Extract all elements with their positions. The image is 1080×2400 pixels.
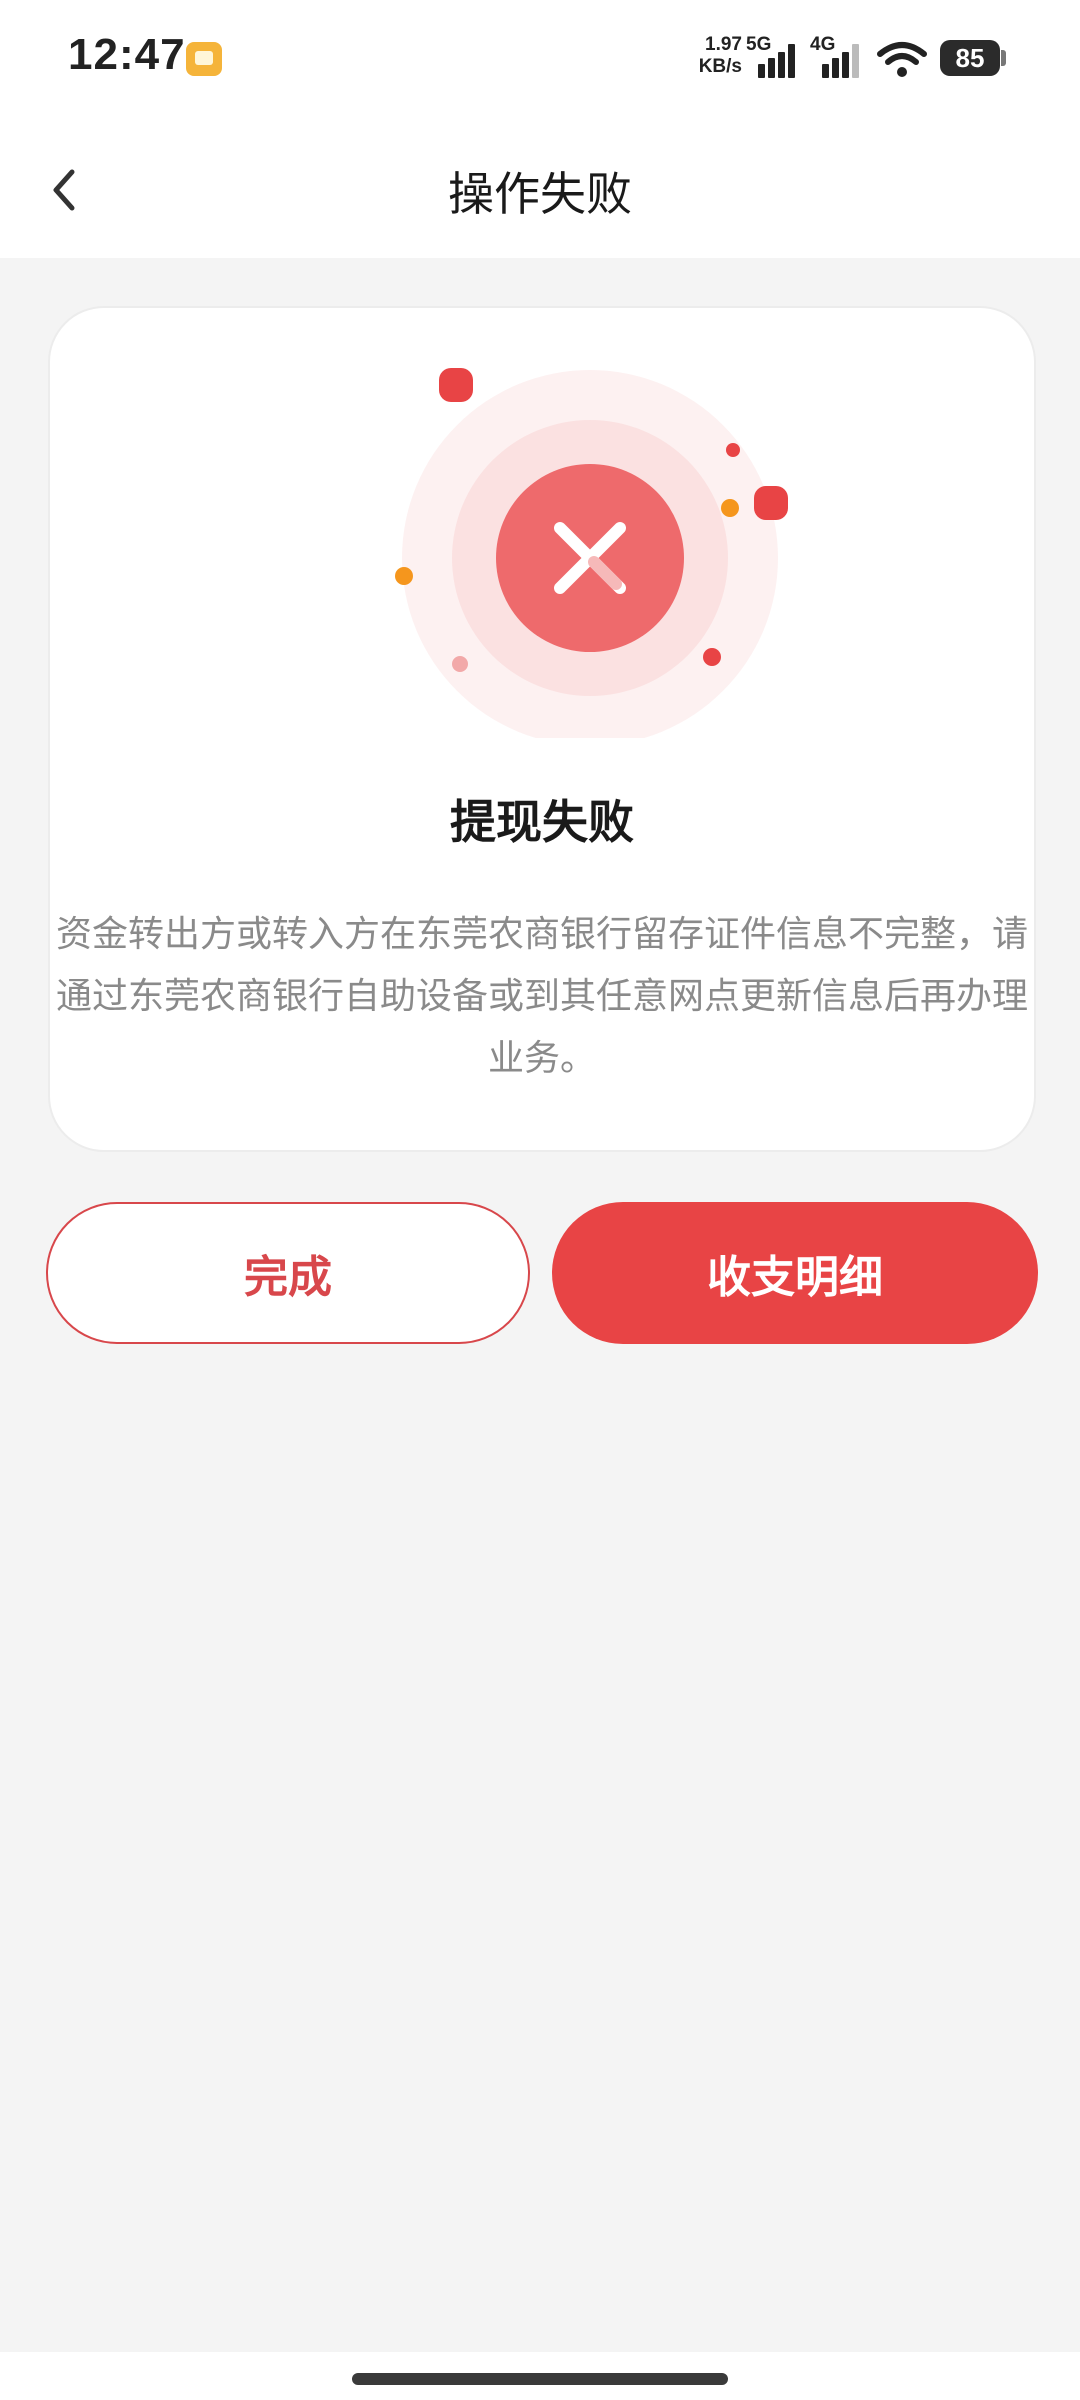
decor-dot-orange-left	[395, 567, 413, 585]
home-indicator[interactable]	[352, 2373, 728, 2385]
done-button[interactable]: 完成	[46, 1202, 530, 1344]
decor-dot-pink	[452, 656, 468, 672]
decor-dot-red-small	[726, 443, 740, 457]
signal-5g-icon: 5G	[746, 34, 802, 78]
battery-tip	[1001, 50, 1006, 66]
battery-indicator: 85	[940, 40, 1000, 76]
wifi-icon	[877, 42, 927, 77]
failure-illustration	[395, 368, 788, 738]
transaction-detail-button[interactable]: 收支明细	[552, 1202, 1038, 1344]
result-card: 提现失败 资金转出方或转入方在东莞农商银行留存证件信息不完整，请通过东莞农商银行…	[48, 306, 1036, 1152]
decor-dot-red	[754, 486, 788, 520]
signal-4g-icon: 4G	[810, 34, 866, 78]
decor-dot-orange	[721, 499, 739, 517]
network-speed: 1.97 KB/s	[690, 34, 742, 78]
result-title: 提现失败	[450, 795, 634, 849]
decor-dot-red-large	[439, 368, 473, 402]
network-speed-value: 1.97	[705, 34, 742, 55]
status-time: 12:47	[68, 30, 186, 79]
result-message: 资金转出方或转入方在东莞农商银行留存证件信息不完整，请通过东莞农商银行自助设备或…	[56, 914, 1029, 1079]
page-title: 操作失败	[448, 167, 632, 221]
decor-dot-red-bottom	[703, 648, 721, 666]
notification-icon	[186, 42, 222, 76]
network-speed-unit: KB/s	[698, 56, 742, 77]
